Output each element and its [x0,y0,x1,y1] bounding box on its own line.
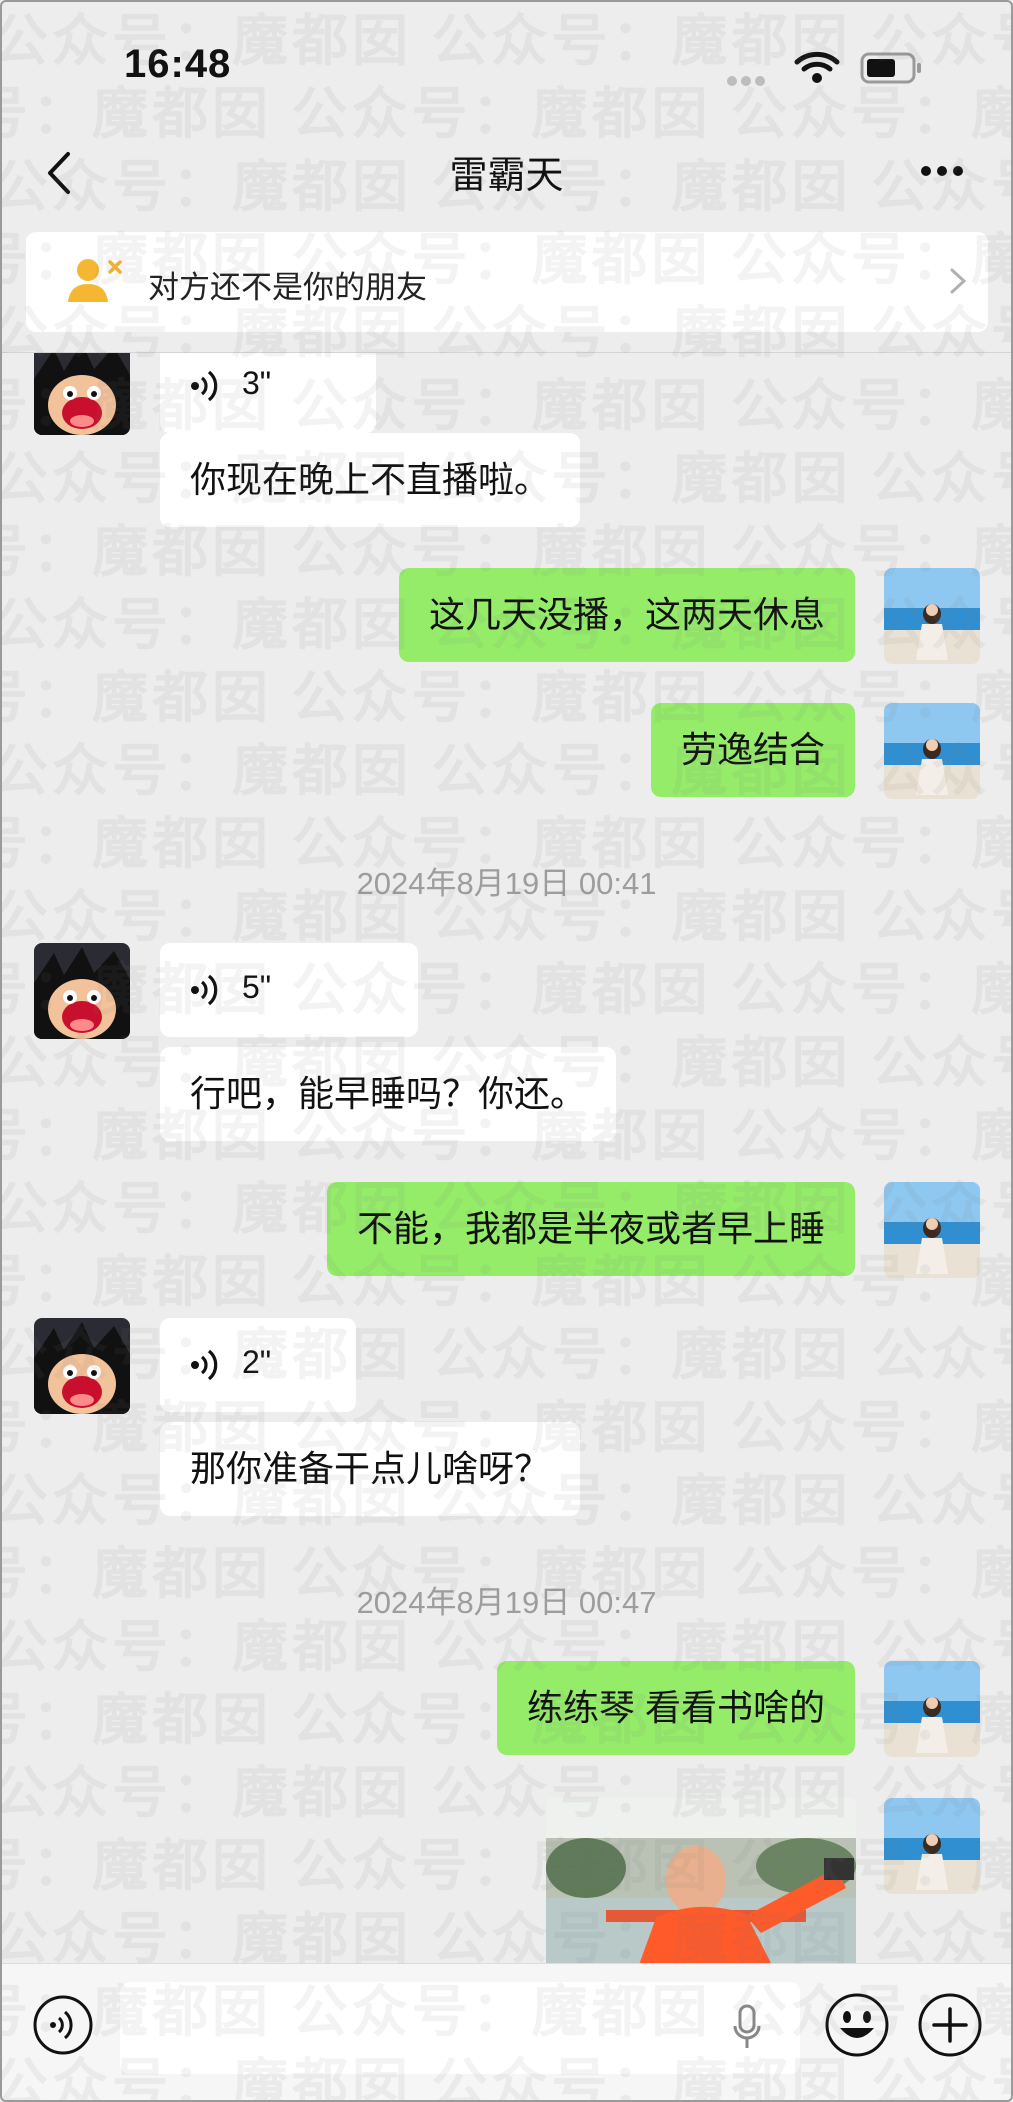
contact-avatar[interactable] [34,1318,130,1414]
more-icon[interactable] [920,164,964,178]
nav-bar: 雷霸天 [2,122,1011,227]
voice-duration: 5" [242,969,272,1005]
emoji-icon[interactable] [824,1992,890,2058]
self-avatar[interactable] [884,1798,980,1894]
stranger-icon [68,259,122,302]
message-bubble-incoming[interactable]: 你现在晚上不直播啦。 [160,433,581,527]
message-bubble-incoming[interactable]: 行吧，能早睡吗？你还。 [160,1047,617,1141]
voice-message[interactable]: 5" [160,943,418,1037]
voice-message[interactable]: 2" [160,1318,356,1412]
contact-avatar[interactable] [34,353,130,435]
voice-wave-icon [191,1349,218,1381]
voice-mode-button[interactable] [32,1994,94,2056]
voice-duration: 3" [242,365,272,401]
status-time: 16:48 [124,42,232,86]
message-bubble-outgoing[interactable]: 不能，我都是半夜或者早上睡 [326,1182,855,1276]
message-timestamp: 2024年8月19日 00:41 [356,866,657,901]
message-bubble-incoming[interactable]: 那你准备干点儿啥呀？ [160,1422,581,1516]
message-bubble-outgoing[interactable]: 劳逸结合 [650,703,855,797]
self-avatar[interactable] [884,1182,980,1278]
message-bubble-outgoing[interactable]: 这几天没播，这两天休息 [398,568,855,662]
voice-wave-icon [191,974,218,1006]
plus-icon[interactable] [917,1992,983,2058]
stranger-notice[interactable]: 对方还不是你的朋友 [26,232,988,332]
stranger-notice-label: 对方还不是你的朋友 [148,270,427,305]
mic-icon[interactable] [732,2004,762,2050]
chevron-right-icon [950,268,967,294]
voice-duration: 2" [242,1344,272,1380]
voice-message[interactable]: 3" [160,353,376,433]
page-title: 雷霸天 [449,155,564,197]
chat-window: 16:48 雷霸天 对方还不是你的朋友 3" 你现在晚上不直播啦。 这几天没播，… [0,0,1013,2102]
message-bubble-outgoing[interactable]: 练练琴 看看书啥的 [496,1661,855,1755]
self-avatar[interactable] [884,1661,980,1757]
self-avatar[interactable] [884,703,980,799]
input-bar [2,1963,1011,2100]
voice-wave-icon [191,370,218,402]
self-avatar[interactable] [884,568,980,664]
contact-avatar[interactable] [34,943,130,1039]
battery-icon [860,52,921,84]
image-message[interactable] [546,1798,856,1963]
message-input[interactable] [120,1982,800,2074]
wifi-icon [794,51,840,83]
message-list[interactable]: 3" 你现在晚上不直播啦。 这几天没播，这两天休息 劳逸结合 2024年8月19… [2,353,1011,1963]
status-bar: 16:48 [2,2,1011,122]
signal-icon [727,73,783,86]
message-timestamp: 2024年8月19日 00:47 [356,1585,657,1620]
